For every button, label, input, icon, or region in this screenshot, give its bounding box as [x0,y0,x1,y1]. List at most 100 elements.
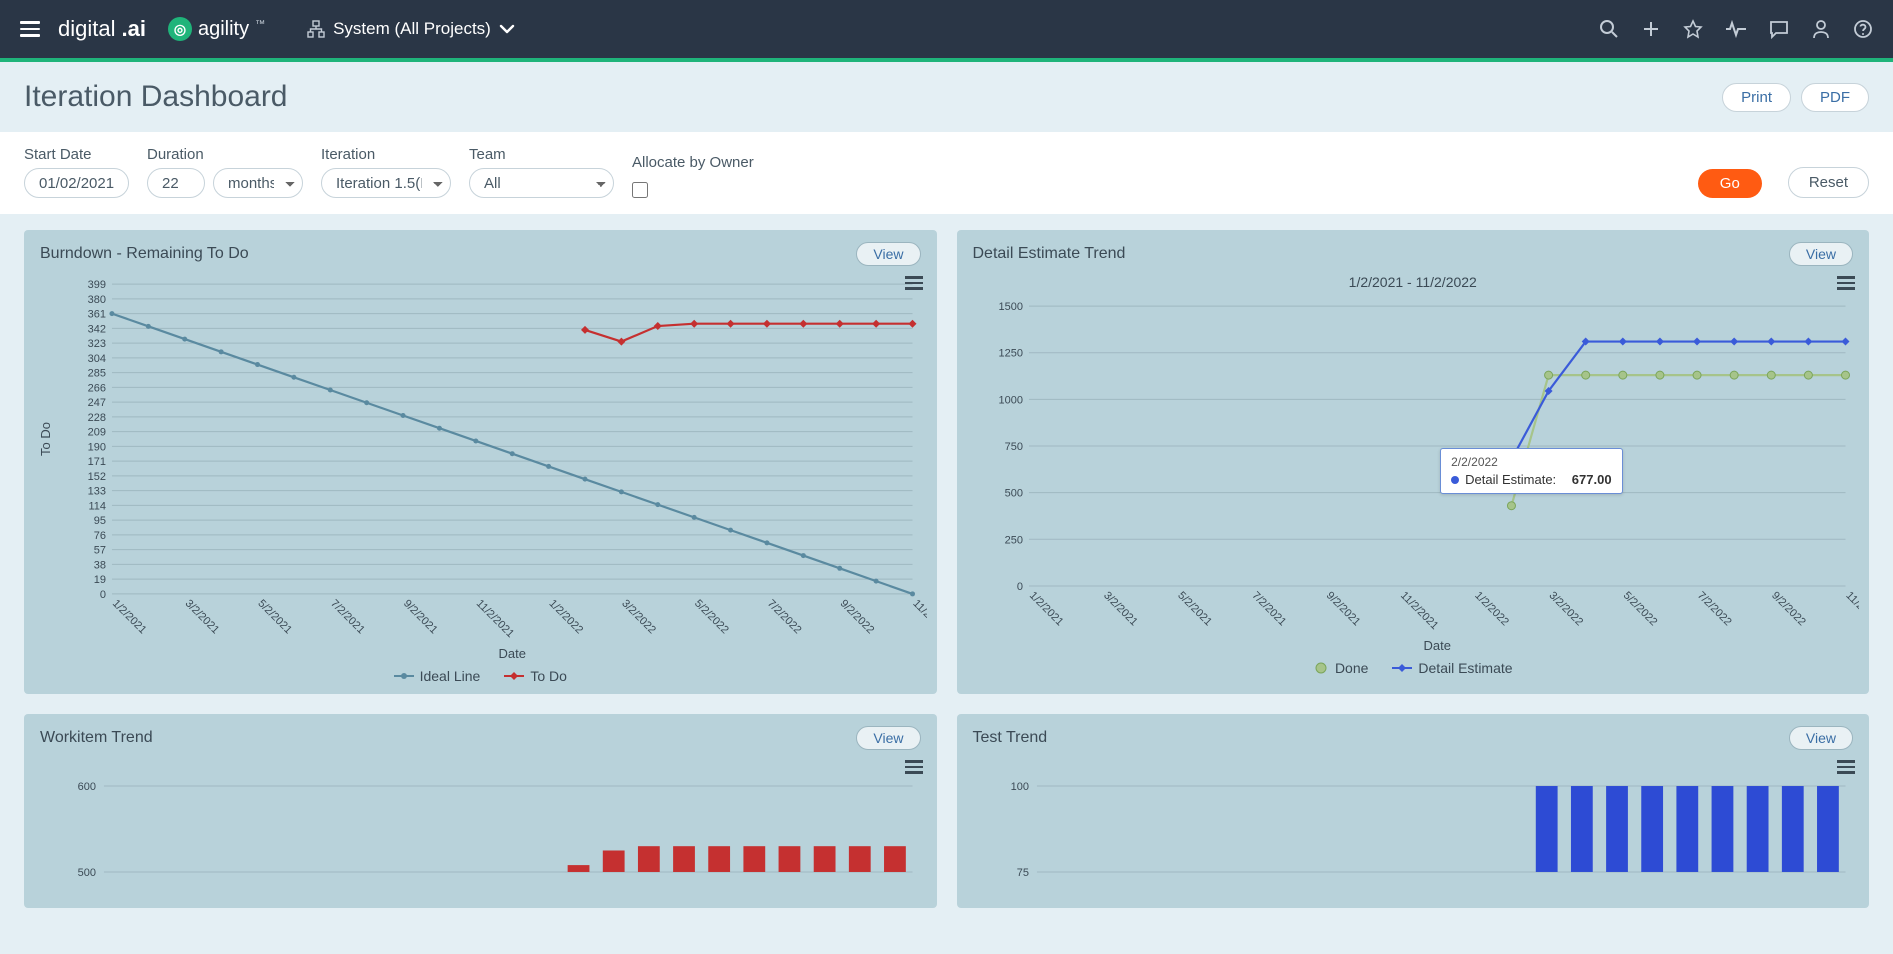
svg-text:9/2/2022: 9/2/2022 [838,598,877,637]
view-button-detail[interactable]: View [1789,242,1853,266]
card-detail-estimate: Detail Estimate Trend View 1/2/2021 - 11… [957,230,1870,694]
svg-text:399: 399 [88,279,106,291]
svg-text:133: 133 [88,486,106,498]
svg-text:5/2/2021: 5/2/2021 [1175,590,1214,629]
legend-done: Done [1335,660,1368,676]
svg-text:3/2/2022: 3/2/2022 [619,598,658,637]
legend-detail: Done Detail Estimate [967,656,1860,676]
menu-icon[interactable] [20,21,40,37]
svg-text:7/2/2021: 7/2/2021 [1249,590,1288,629]
reset-button[interactable]: Reset [1788,167,1869,198]
hierarchy-icon [307,20,325,38]
plus-icon[interactable] [1641,19,1661,39]
iteration-select[interactable]: Iteration 1.5(IP) [321,168,451,198]
duration-input[interactable] [147,168,205,198]
tooltip-label: Detail Estimate: [1465,472,1556,487]
agility-icon: ◎ [168,17,192,41]
go-button[interactable]: Go [1698,169,1762,198]
chart-workitem: 500600 [34,758,927,898]
svg-text:19: 19 [94,574,106,586]
svg-text:171: 171 [88,456,106,468]
svg-text:500: 500 [1004,488,1022,500]
svg-text:11/2/2022: 11/2/2022 [1843,590,1859,632]
svg-text:11/2/2022: 11/2/2022 [910,598,926,640]
filter-team: Team All [469,146,614,198]
chart-menu-icon[interactable] [1837,760,1855,774]
svg-text:95: 95 [94,515,106,527]
card-workitem: Workitem Trend View 500600 [24,714,937,908]
svg-text:9/2/2021: 9/2/2021 [401,598,440,637]
card-title-detail: Detail Estimate Trend [973,245,1126,263]
star-icon[interactable] [1683,19,1703,39]
svg-text:250: 250 [1004,534,1022,546]
svg-text:7/2/2022: 7/2/2022 [765,598,804,637]
page-actions: Print PDF [1722,83,1869,112]
team-select[interactable]: All [469,168,614,198]
svg-text:266: 266 [88,382,106,394]
svg-text:0: 0 [1016,581,1022,593]
svg-text:9/2/2022: 9/2/2022 [1769,590,1808,629]
topbar-right [1599,19,1873,39]
svg-text:5/2/2021: 5/2/2021 [255,598,294,637]
svg-text:76: 76 [94,530,106,542]
tooltip-date: 2/2/2022 [1451,455,1611,469]
chart-menu-icon[interactable] [905,760,923,774]
card-title-burndown: Burndown - Remaining To Do [40,245,249,263]
brand-name-b: .ai [121,16,145,42]
pdf-button[interactable]: PDF [1801,83,1869,112]
chart-menu-icon[interactable] [905,276,923,290]
team-label: Team [469,146,614,163]
page-title: Iteration Dashboard [24,80,288,114]
card-test: Test Trend View 75100 [957,714,1870,908]
chart-detail: 02505007501000125015001/2/20213/2/20215/… [967,296,1860,656]
brand-logo: digital.ai [58,16,146,42]
svg-text:152: 152 [88,471,106,483]
duration-unit-select[interactable]: months [213,168,303,198]
svg-text:228: 228 [88,412,106,424]
activity-icon[interactable] [1725,19,1747,39]
allocate-checkbox[interactable] [632,182,648,198]
filter-allocate: Allocate by Owner [632,154,754,198]
svg-text:5/2/2022: 5/2/2022 [1620,590,1659,629]
chart-menu-icon[interactable] [1837,276,1855,290]
svg-text:190: 190 [88,441,106,453]
svg-text:1000: 1000 [998,394,1022,406]
product-badge: ◎ agility ™ [168,17,265,41]
svg-text:247: 247 [88,397,106,409]
dashboard-grid: Burndown - Remaining To Do View 01938577… [0,214,1893,932]
chat-icon[interactable] [1769,19,1789,39]
card-burndown: Burndown - Remaining To Do View 01938577… [24,230,937,694]
svg-text:304: 304 [88,353,106,365]
svg-text:1/2/2021: 1/2/2021 [110,598,149,637]
help-icon[interactable] [1853,19,1873,39]
project-name: System (All Projects) [333,19,491,39]
legend-ideal: Ideal Line [420,668,481,684]
view-button-burndown[interactable]: View [856,242,920,266]
svg-text:5/2/2022: 5/2/2022 [692,598,731,637]
svg-text:11/2/2021: 11/2/2021 [1397,590,1439,632]
svg-text:1/2/2022: 1/2/2022 [1472,590,1511,629]
print-button[interactable]: Print [1722,83,1791,112]
project-selector[interactable]: System (All Projects) [307,19,515,39]
svg-text:57: 57 [94,545,106,557]
search-icon[interactable] [1599,19,1619,39]
allocate-label: Allocate by Owner [632,154,754,171]
svg-text:750: 750 [1004,441,1022,453]
user-icon[interactable] [1811,19,1831,39]
chevron-down-icon [499,24,515,34]
svg-text:114: 114 [88,500,106,512]
start-date-input[interactable] [24,168,129,198]
page-header: Iteration Dashboard Print PDF [0,62,1893,132]
svg-text:Date: Date [499,646,526,661]
svg-text:209: 209 [88,427,106,439]
topbar-left: digital.ai ◎ agility ™ System (All Proje… [20,16,515,42]
filter-duration: Duration months [147,146,303,198]
svg-text:285: 285 [88,368,106,380]
view-button-test[interactable]: View [1789,726,1853,750]
svg-text:1/2/2022: 1/2/2022 [546,598,585,637]
iteration-label: Iteration [321,146,451,163]
svg-text:1/2/2021: 1/2/2021 [1026,590,1065,629]
view-button-workitem[interactable]: View [856,726,920,750]
card-title-test: Test Trend [973,729,1048,747]
svg-text:1250: 1250 [998,348,1022,360]
